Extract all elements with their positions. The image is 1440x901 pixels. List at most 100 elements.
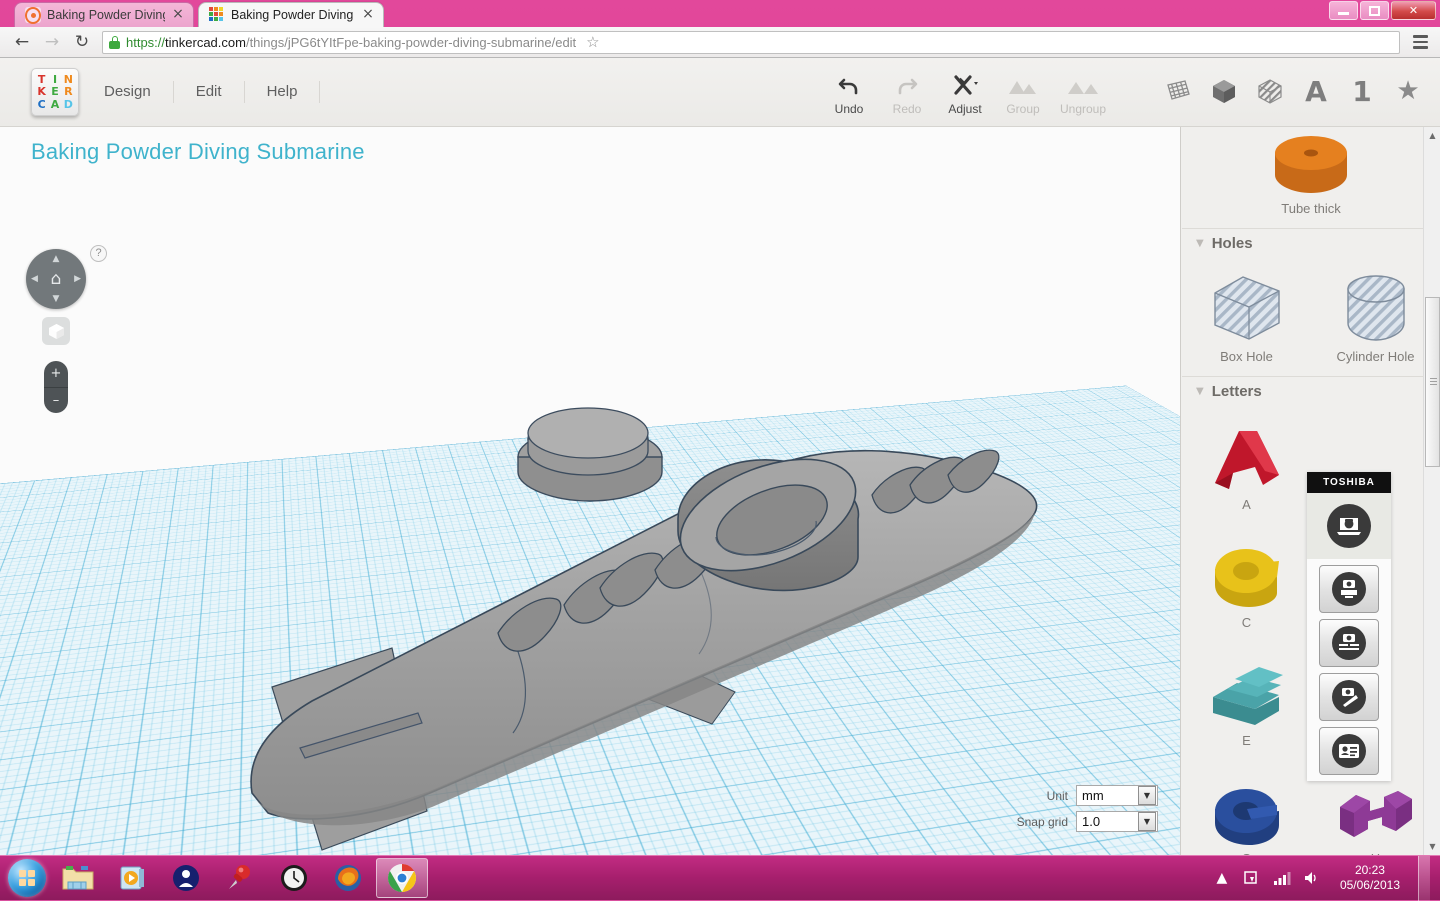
show-desktop-button[interactable] [1418, 856, 1430, 901]
logo-letter: K [37, 86, 46, 97]
letter-e-item[interactable]: E [1182, 642, 1311, 760]
reload-icon[interactable]: ↻ [68, 29, 96, 55]
submarine-model[interactable] [0, 127, 1181, 855]
view-up-arrow-icon[interactable]: ▲ [53, 254, 60, 264]
url-text: https://tinkercad.com/things/jPG6tYItFpe… [126, 35, 576, 50]
snap-grid-select[interactable]: 1.0 ▼ [1076, 811, 1158, 832]
zoom-controls[interactable]: + – [44, 361, 68, 413]
taskbar-pin-icon[interactable] [214, 858, 266, 898]
home-view-icon[interactable]: ⌂ [51, 269, 62, 289]
browser-tab-2[interactable]: Baking Powder Diving Sub × [198, 2, 384, 27]
toshiba-capture-region-button[interactable] [1319, 619, 1379, 667]
fit-view-cube-icon[interactable] [42, 317, 70, 345]
scrollbar-thumb[interactable] [1425, 297, 1440, 467]
zoom-in-button[interactable]: + [44, 361, 68, 388]
tab-strip: Baking Powder Diving Sub × Baking Powder… [0, 0, 1440, 27]
favorites-star-icon[interactable]: ★ [1392, 74, 1424, 108]
panel-scrollbar[interactable]: ▲ ▼ [1423, 127, 1440, 855]
view-direction-disc[interactable]: ▲ ▼ ◀ ▶ ⌂ [26, 249, 86, 309]
toshiba-capture-window-button[interactable] [1319, 565, 1379, 613]
letter-e-shape [1205, 659, 1289, 729]
close-button[interactable]: ✕ [1391, 1, 1436, 20]
toshiba-capture-widget[interactable]: TOSHIBA [1307, 472, 1391, 781]
group-button[interactable]: Group [994, 66, 1052, 116]
canvas-inner: Baking Powder Diving Submarine ▲ ▼ ◀ ▶ ⌂… [0, 127, 1180, 855]
letter-a-item[interactable]: A [1182, 406, 1311, 524]
forward-icon[interactable]: → [38, 29, 66, 55]
bookmark-star-icon[interactable]: ☆ [586, 33, 599, 51]
tab-close-icon[interactable]: × [171, 8, 185, 22]
letter-g-item[interactable]: G [1182, 760, 1311, 855]
back-icon[interactable]: ← [8, 29, 36, 55]
view-navigation-widget[interactable]: ▲ ▼ ◀ ▶ ⌂ [26, 249, 86, 309]
tinkercad-logo[interactable]: T I N K E R C A D [31, 68, 79, 116]
3d-workplane-canvas[interactable]: Baking Powder Diving Submarine ▲ ▼ ◀ ▶ ⌂… [0, 127, 1181, 855]
menu-bar: Design Edit Help [96, 68, 320, 116]
volume-icon[interactable] [1302, 868, 1322, 888]
logo-letter: R [64, 86, 72, 97]
menu-help[interactable]: Help [245, 81, 321, 103]
menu-design[interactable]: Design [96, 81, 174, 103]
cylinder-hole-item[interactable]: Cylinder Hole [1311, 258, 1440, 376]
toshiba-capture-freehand-button[interactable] [1319, 673, 1379, 721]
redo-label: Redo [878, 102, 936, 116]
taskbar-chrome[interactable] [376, 858, 428, 898]
adjust-button[interactable]: Adjust [936, 66, 994, 116]
tinkercad-toolbar: T I N K E R C A D Design Edit Help [0, 58, 1440, 127]
undo-button[interactable]: Undo [820, 66, 878, 116]
tube-thick-item[interactable]: Tube thick [1182, 127, 1440, 228]
view-right-arrow-icon[interactable]: ▶ [74, 274, 81, 284]
tray-expand-icon[interactable]: ▲ [1212, 868, 1232, 888]
tinkercad-grid-icon [209, 7, 225, 23]
taskbar-clock[interactable]: 20:23 05/06/2013 [1332, 863, 1408, 893]
section-title: Letters [1212, 383, 1262, 400]
section-header-holes[interactable]: ▼ Holes [1182, 228, 1440, 258]
scroll-down-icon[interactable]: ▼ [1424, 838, 1440, 855]
numbers-icon[interactable]: 1 [1346, 74, 1378, 108]
taskbar-user-icon[interactable] [160, 858, 212, 898]
taskbar-media-player[interactable] [106, 858, 158, 898]
holes-shape-grid: Box Hole Cylinder Hole [1182, 258, 1440, 376]
toshiba-capture-card-button[interactable] [1319, 727, 1379, 775]
scroll-up-icon[interactable]: ▲ [1424, 127, 1440, 144]
section-header-letters[interactable]: ▼ Letters [1182, 376, 1440, 406]
menu-edit[interactable]: Edit [174, 81, 245, 103]
taskbar-clock-app[interactable] [268, 858, 320, 898]
action-center-icon[interactable] [1242, 868, 1262, 888]
cylinder-hole-shape [1340, 271, 1412, 345]
box-hole-item[interactable]: Box Hole [1182, 258, 1311, 376]
unit-value: mm [1082, 788, 1104, 803]
hatch-cap-object [518, 408, 662, 501]
hole-cube-icon[interactable] [1254, 74, 1286, 108]
unit-select[interactable]: mm ▼ [1076, 785, 1158, 806]
letters-icon[interactable]: A [1300, 74, 1332, 108]
page-title[interactable]: Baking Powder Diving Submarine [31, 139, 365, 165]
restore-button[interactable] [1360, 1, 1389, 20]
taskbar-explorer[interactable] [52, 858, 104, 898]
solid-cube-icon[interactable] [1208, 74, 1240, 108]
zoom-out-button[interactable]: – [44, 388, 68, 414]
toshiba-capture-screen-button[interactable] [1307, 493, 1391, 559]
logo-letter: A [51, 99, 60, 110]
view-left-arrow-icon[interactable]: ◀ [31, 274, 38, 284]
chrome-menu-icon[interactable] [1408, 35, 1432, 49]
chevron-down-icon[interactable]: ▼ [1138, 786, 1156, 805]
help-icon[interactable]: ? [90, 245, 107, 262]
network-signal-icon[interactable] [1272, 868, 1292, 888]
ungroup-button[interactable]: Ungroup [1052, 66, 1114, 116]
view-down-arrow-icon[interactable]: ▼ [53, 294, 60, 304]
grid-icon[interactable] [1162, 74, 1194, 108]
unit-row: Unit mm ▼ [1017, 785, 1158, 806]
tab-title: Baking Powder Diving Sub [47, 8, 165, 22]
taskbar-firefox[interactable] [322, 858, 374, 898]
letter-e-label: E [1242, 733, 1251, 748]
redo-button[interactable]: Redo [878, 66, 936, 116]
minimize-button[interactable] [1329, 1, 1358, 20]
tinkercad-app: T I N K E R C A D Design Edit Help [0, 58, 1440, 855]
letter-c-item[interactable]: C [1182, 524, 1311, 642]
chevron-down-icon[interactable]: ▼ [1138, 812, 1156, 831]
browser-tab-1[interactable]: Baking Powder Diving Sub × [14, 2, 194, 27]
tab-close-icon[interactable]: × [361, 8, 375, 22]
address-bar[interactable]: https://tinkercad.com/things/jPG6tYItFpe… [102, 31, 1400, 54]
windows-start-orb[interactable] [4, 857, 50, 899]
